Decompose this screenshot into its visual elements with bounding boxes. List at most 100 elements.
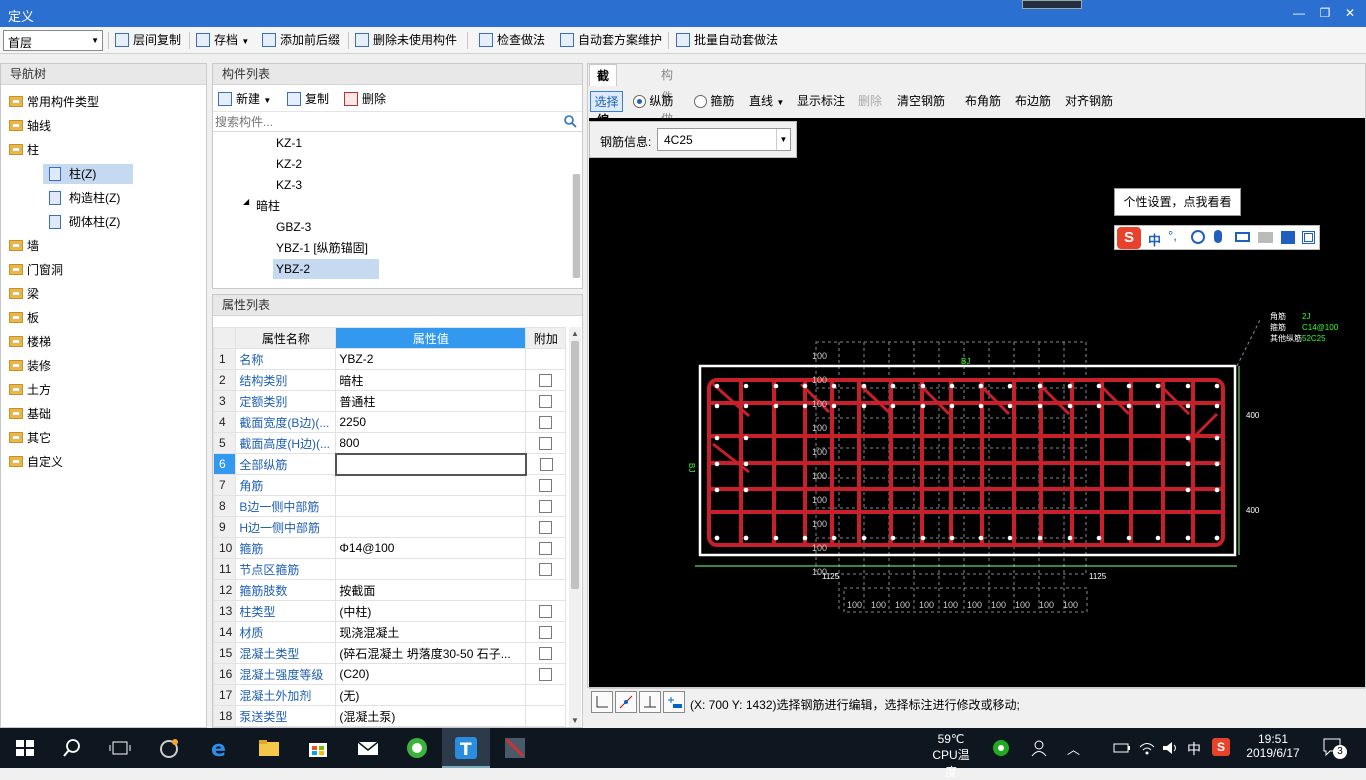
- volume-icon[interactable]: [1161, 739, 1179, 757]
- checkbox[interactable]: [539, 458, 553, 472]
- nav-item-door-window[interactable]: 门窗洞: [9, 260, 63, 280]
- nav-item-column[interactable]: 柱: [9, 140, 39, 160]
- toolbox-icon[interactable]: [1258, 232, 1273, 243]
- checkbox[interactable]: [539, 374, 553, 388]
- row-value[interactable]: [335, 516, 527, 538]
- tree-item[interactable]: GBZ-3: [276, 217, 311, 237]
- people-icon[interactable]: [1030, 739, 1048, 757]
- tree-item[interactable]: YBZ-1 [纵筋锚固]: [276, 238, 368, 258]
- tab-section-edit[interactable]: 截面编辑: [589, 64, 618, 149]
- drawing-canvas[interactable]: 角筋 2J 箍筋 C14@100 其他纵筋 52C25 BJ BJ 400 400 1…: [589, 118, 1365, 687]
- chevron-up-icon[interactable]: ︿: [1067, 739, 1080, 758]
- checkbox[interactable]: [539, 479, 553, 493]
- row-value[interactable]: 800: [335, 432, 527, 454]
- close-icon[interactable]: ✕: [1341, 5, 1359, 21]
- row-value[interactable]: Φ14@100: [335, 537, 527, 559]
- table-row[interactable]: 3 定额类别 普通柱: [213, 390, 567, 412]
- show-mark-button[interactable]: 显示标注: [797, 91, 845, 112]
- component-search[interactable]: [213, 112, 582, 132]
- punct-icon[interactable]: °,: [1168, 228, 1177, 243]
- scrollbar[interactable]: [572, 174, 581, 278]
- task-view-icon[interactable]: [108, 736, 132, 760]
- row-value[interactable]: (碎石混凝土 坍落度30-50 石子...: [335, 642, 527, 664]
- checkbox[interactable]: [539, 647, 553, 661]
- clock[interactable]: 19:51 2019/6/17: [1241, 732, 1305, 760]
- clear-rebar-button[interactable]: 清空钢筋: [897, 91, 945, 112]
- tree-item[interactable]: KZ-2: [276, 154, 302, 174]
- edge-rebar-button[interactable]: 布边筋: [1015, 91, 1051, 112]
- battery-icon[interactable]: [1113, 740, 1131, 756]
- nav-item-axis[interactable]: 轴线: [9, 116, 51, 136]
- ime-toolbar[interactable]: S 中 °,: [1114, 225, 1320, 250]
- scrollbar-thumb[interactable]: [571, 341, 579, 589]
- table-row[interactable]: 13 柱类型 (中柱): [213, 600, 567, 622]
- shirt-icon[interactable]: [1281, 231, 1295, 244]
- nav-item-decoration[interactable]: 装修: [9, 356, 51, 376]
- browser-360-icon[interactable]: [405, 736, 429, 760]
- checkbox[interactable]: [539, 626, 553, 640]
- tree-group[interactable]: 暗柱: [256, 196, 280, 216]
- checkbox[interactable]: [539, 395, 553, 409]
- ime-tooltip[interactable]: 个性设置，点我看看: [1114, 188, 1241, 216]
- select-button[interactable]: 选择: [590, 91, 623, 112]
- save-button[interactable]: 存档 ▼: [196, 30, 249, 51]
- table-row[interactable]: 1 名称 YBZ-2: [213, 348, 567, 370]
- table-row[interactable]: 12 箍筋肢数 按截面: [213, 579, 567, 601]
- check-method-button[interactable]: 检查做法: [479, 30, 545, 51]
- table-row[interactable]: 17 混凝土外加剂 (无): [213, 684, 567, 706]
- search-icon[interactable]: [60, 736, 84, 760]
- nav-item-foundation[interactable]: 基础: [9, 404, 51, 424]
- table-row[interactable]: 18 泵送类型 (混凝土泵): [213, 705, 567, 727]
- row-value[interactable]: (无): [335, 684, 527, 706]
- sogou-logo-icon[interactable]: S: [1117, 227, 1141, 249]
- add-prefix-button[interactable]: 添加前后缀: [262, 30, 340, 51]
- minimize-icon[interactable]: —: [1290, 5, 1308, 21]
- table-row[interactable]: 10 箍筋 Φ14@100: [213, 537, 567, 559]
- nav-item-construct-column[interactable]: 构造柱(Z): [43, 188, 120, 208]
- table-row[interactable]: 11 节点区箍筋: [213, 558, 567, 580]
- nav-item-other[interactable]: 其它: [9, 428, 51, 448]
- table-row[interactable]: 7 角筋: [213, 474, 567, 496]
- grid-menu-icon[interactable]: [1302, 231, 1315, 244]
- delete-rebar-button[interactable]: 删除: [858, 91, 882, 112]
- collapse-triangle-icon[interactable]: ◢: [243, 197, 249, 206]
- scrollbar-thumb[interactable]: [573, 174, 580, 278]
- corner-rebar-button[interactable]: 布角筋: [965, 91, 1001, 112]
- row-value[interactable]: (中柱): [335, 600, 527, 622]
- copy-floor-button[interactable]: 层间复制: [115, 30, 181, 51]
- edge-browser-icon[interactable]: e: [208, 736, 232, 760]
- table-row[interactable]: 4 截面宽度(B边)(... 2250: [213, 411, 567, 433]
- row-value[interactable]: 普通柱: [335, 390, 527, 412]
- scrollbar[interactable]: ▲ ▼: [569, 327, 581, 727]
- nav-item-custom[interactable]: 自定义: [9, 452, 63, 472]
- nav-item-column-z[interactable]: 柱(Z): [43, 164, 133, 184]
- nav-item-stairs[interactable]: 楼梯: [9, 332, 51, 352]
- keyboard-icon[interactable]: [1235, 232, 1250, 242]
- checkbox[interactable]: [539, 416, 553, 430]
- row-value[interactable]: [335, 495, 527, 517]
- windows-start-icon[interactable]: [13, 736, 37, 760]
- checkbox[interactable]: [539, 521, 553, 535]
- search-input[interactable]: [215, 113, 555, 130]
- tree-item-selected[interactable]: YBZ-2: [273, 259, 379, 279]
- line-mode-dropdown[interactable]: 直线 ▼: [749, 91, 784, 112]
- tree-item[interactable]: KZ-3: [276, 175, 302, 195]
- nav-item-beam[interactable]: 梁: [9, 284, 39, 304]
- align-rebar-button[interactable]: 对齐钢筋: [1065, 91, 1113, 112]
- checkbox[interactable]: [539, 605, 553, 619]
- row-value[interactable]: [335, 474, 527, 496]
- store-icon[interactable]: [306, 736, 330, 760]
- delete-unused-button[interactable]: 删除未使用构件: [355, 30, 457, 51]
- nav-item-slab[interactable]: 板: [9, 308, 39, 328]
- stirrup-radio[interactable]: 箍筋: [694, 91, 734, 112]
- snap-toggle-icon[interactable]: [615, 691, 637, 713]
- row-value[interactable]: 按截面: [335, 579, 527, 601]
- auto-scheme-button[interactable]: 自动套方案维护: [560, 30, 662, 51]
- row-value-editing[interactable]: [334, 452, 527, 476]
- row-value[interactable]: YBZ-2: [335, 348, 527, 370]
- scroll-up-icon[interactable]: ▲: [571, 329, 579, 338]
- emoji-icon[interactable]: [1191, 230, 1205, 244]
- batch-auto-button[interactable]: 批量自动套做法: [676, 30, 778, 51]
- section-drawing[interactable]: 角筋 2J 箍筋 C14@100 其他纵筋 52C25 BJ BJ 400 400 1…: [589, 118, 1365, 687]
- table-row[interactable]: 16 混凝土强度等级 (C20): [213, 663, 567, 685]
